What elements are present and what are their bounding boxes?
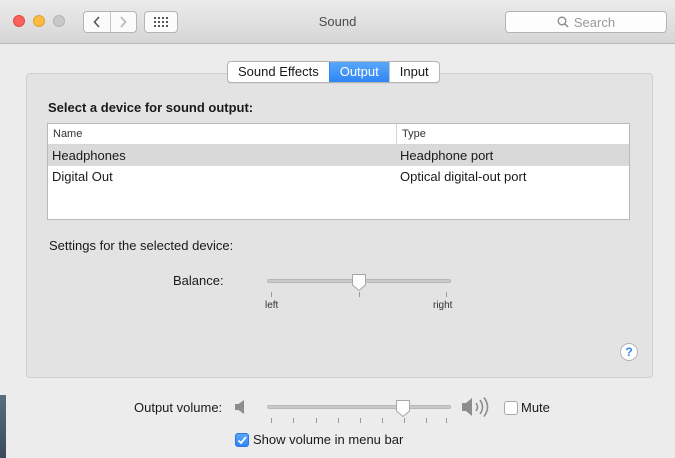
output-panel	[26, 73, 653, 378]
table-row[interactable]: Digital Out Optical digital-out port	[48, 166, 629, 187]
table-row[interactable]: Headphones Headphone port	[48, 145, 629, 166]
volume-tick	[404, 418, 405, 423]
title-bar: Sound Search	[0, 0, 675, 44]
volume-tick	[338, 418, 339, 423]
speaker-high-icon	[462, 397, 489, 417]
output-device-table[interactable]: Name Type Headphones Headphone port Digi…	[47, 123, 630, 220]
balance-left-label: left	[265, 300, 279, 311]
search-field[interactable]: Search	[505, 11, 667, 33]
checkmark-icon	[237, 436, 247, 445]
device-settings-label: Settings for the selected device:	[49, 238, 234, 253]
device-type: Optical digital-out port	[400, 169, 527, 184]
column-header-type[interactable]: Type	[396, 124, 629, 144]
device-name: Digital Out	[52, 169, 113, 184]
output-volume-label: Output volume:	[134, 400, 223, 415]
tab-output[interactable]: Output	[328, 62, 389, 82]
speaker-low-icon	[235, 400, 244, 414]
device-type: Headphone port	[400, 148, 494, 163]
column-header-name[interactable]: Name	[48, 124, 396, 144]
desktop-background	[0, 395, 6, 458]
volume-tick	[293, 418, 294, 423]
volume-tick	[446, 418, 447, 423]
volume-tick	[271, 418, 272, 423]
tab-input[interactable]: Input	[388, 62, 439, 82]
tab-sound-effects[interactable]: Sound Effects	[228, 62, 329, 82]
tab-bar: Sound Effects Output Input	[227, 61, 440, 83]
balance-tick	[446, 292, 447, 297]
table-header: Name Type	[48, 124, 629, 145]
search-icon	[557, 16, 569, 28]
device-name: Headphones	[52, 148, 126, 163]
mute-label: Mute	[521, 400, 550, 415]
sound-preferences-window: Sound Search Sound Effects Output Input …	[0, 0, 675, 458]
volume-slider-knob[interactable]	[395, 399, 411, 418]
balance-tick	[359, 292, 360, 297]
balance-label: Balance:	[173, 273, 224, 288]
balance-tick	[271, 292, 272, 297]
mute-checkbox[interactable]	[504, 401, 518, 415]
device-list-heading: Select a device for sound output:	[48, 100, 254, 115]
volume-tick	[360, 418, 361, 423]
volume-slider-track[interactable]	[267, 405, 451, 409]
volume-tick	[426, 418, 427, 423]
balance-slider-knob[interactable]	[351, 273, 367, 292]
help-button[interactable]: ?	[620, 343, 638, 361]
show-volume-checkbox[interactable]	[235, 433, 249, 447]
volume-tick	[382, 418, 383, 423]
search-placeholder: Search	[573, 14, 616, 30]
show-volume-label: Show volume in menu bar	[253, 432, 404, 447]
balance-right-label: right	[433, 300, 453, 311]
volume-tick	[316, 418, 317, 423]
